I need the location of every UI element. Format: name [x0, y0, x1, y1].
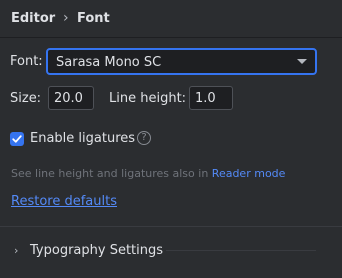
- section-divider: [166, 250, 316, 251]
- breadcrumb: Editor › Font: [0, 0, 342, 38]
- page-title: Font: [77, 11, 110, 26]
- line-height-label: Line height:: [109, 91, 187, 106]
- divider: [0, 226, 342, 227]
- checkmark-icon: [12, 135, 22, 143]
- font-dropdown-value: Sarasa Mono SC: [56, 55, 162, 70]
- reader-mode-link[interactable]: Reader mode: [212, 167, 286, 180]
- enable-ligatures-checkbox[interactable]: [10, 132, 24, 146]
- typography-settings-label: Typography Settings: [30, 243, 164, 258]
- ligatures-hint: See line height and ligatures also in Re…: [11, 167, 285, 180]
- hint-text: See line height and ligatures also in: [11, 167, 212, 180]
- size-input[interactable]: [48, 86, 94, 110]
- question-circle-icon[interactable]: ?: [137, 131, 151, 145]
- font-dropdown[interactable]: Sarasa Mono SC: [46, 48, 317, 75]
- chevron-right-icon: ›: [14, 244, 19, 257]
- breadcrumb-parent[interactable]: Editor: [11, 11, 55, 26]
- dropdown-arrow-icon: [297, 59, 307, 64]
- typography-settings-section[interactable]: › Typography Settings: [0, 236, 342, 266]
- enable-ligatures-label[interactable]: Enable ligatures: [30, 131, 135, 146]
- size-label: Size:: [10, 91, 42, 106]
- line-height-input[interactable]: [189, 86, 233, 110]
- restore-defaults-link[interactable]: Restore defaults: [11, 194, 117, 209]
- font-label: Font:: [10, 54, 43, 69]
- chevron-right-icon: ›: [63, 10, 69, 26]
